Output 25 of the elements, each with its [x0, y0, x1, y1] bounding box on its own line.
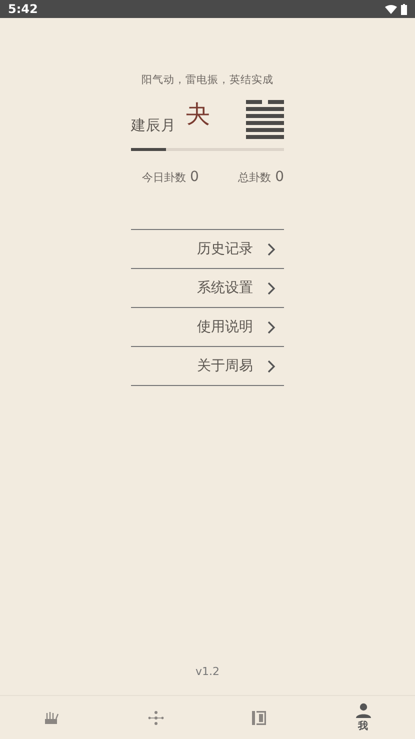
nav-tab[interactable]: 我: [311, 696, 415, 739]
chevron-right-icon: [267, 282, 276, 294]
clock-time: 5:42: [8, 2, 38, 16]
wifi-icon: [385, 4, 397, 14]
stat-value: 0: [190, 169, 199, 185]
version-text: v1.2: [195, 665, 220, 678]
stat-label: 今日卦数: [142, 170, 186, 185]
person-icon: [356, 702, 371, 718]
chevron-right-icon: [267, 242, 276, 256]
chevron-right-icon: [267, 360, 276, 372]
chevron-right-icon: [267, 320, 276, 334]
month-label: 建辰月: [131, 116, 176, 134]
verse-text: 阳气动，雷电振，英结实成: [140, 73, 274, 87]
dots-icon: [148, 710, 164, 724]
stat-label: 总卦数: [238, 170, 272, 185]
incense-icon: [44, 711, 60, 724]
stat-value: 0: [275, 169, 284, 185]
menu-item[interactable]: 使用说明: [197, 318, 253, 336]
menu-item[interactable]: 系统设置: [197, 279, 253, 297]
hexagram-icon: [246, 100, 284, 138]
battery-icon: [401, 4, 407, 14]
menu-item[interactable]: 关于周易: [197, 357, 253, 375]
hexagram-name: 夬: [186, 99, 210, 130]
menu-item[interactable]: 历史记录: [197, 240, 253, 258]
book-icon: [252, 710, 266, 724]
